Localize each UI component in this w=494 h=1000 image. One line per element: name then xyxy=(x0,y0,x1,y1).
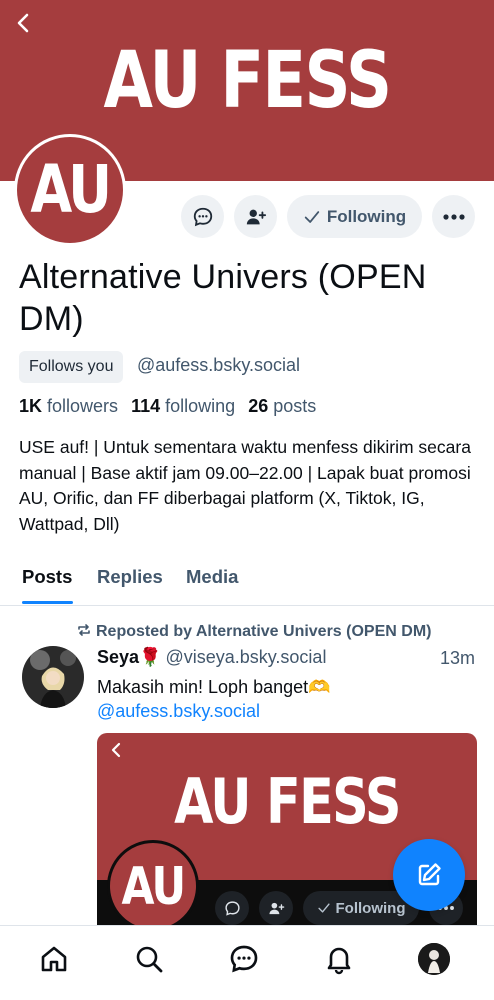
embed-banner-title: AU FESS xyxy=(174,765,401,838)
repost-icon xyxy=(78,624,90,636)
avatar-image xyxy=(418,943,450,975)
user-plus-icon xyxy=(268,902,284,914)
bell-icon xyxy=(327,947,351,975)
posts-label: posts xyxy=(273,396,317,416)
profile-tabs: Posts Replies Media xyxy=(0,556,494,606)
avatar-text: AU xyxy=(30,151,112,228)
add-user-button[interactable] xyxy=(234,195,277,238)
compose-icon xyxy=(418,863,441,886)
compose-button[interactable] xyxy=(393,839,465,911)
tab-replies[interactable]: Replies xyxy=(97,566,163,588)
search-icon xyxy=(136,946,163,973)
embed-avatar: AU xyxy=(107,840,199,932)
repost-indicator[interactable]: Reposted by Alternative Univers (OPEN DM… xyxy=(76,622,431,641)
nav-chat[interactable] xyxy=(226,941,262,977)
ellipsis-icon xyxy=(442,213,465,220)
chat-icon xyxy=(230,945,258,973)
followers-link[interactable]: 1K followers xyxy=(19,396,118,416)
chevron-left-icon xyxy=(111,742,121,758)
display-name: Alternative Univers (OPEN DM) xyxy=(19,258,427,338)
following-label-stat: following xyxy=(165,396,236,416)
post-author-name: Seya🌹 xyxy=(97,647,162,667)
back-button[interactable] xyxy=(8,8,38,38)
posts-stat: 26 posts xyxy=(248,396,316,416)
bottom-navigation xyxy=(0,925,494,1000)
profile-handle: @aufess.bsky.social xyxy=(137,355,301,375)
post-author[interactable]: Seya🌹 @viseya.bsky.social xyxy=(97,647,326,668)
posts-count: 26 xyxy=(248,396,269,416)
embed-add-user-button xyxy=(259,891,293,925)
follows-you-badge: Follows you xyxy=(19,351,124,383)
repost-label: Reposted by Alternative Univers (OPEN DM… xyxy=(96,623,432,640)
embed-message-button xyxy=(215,891,249,925)
checkmark-icon xyxy=(304,210,320,223)
following-button[interactable]: Following xyxy=(287,195,422,238)
profile-avatar-small xyxy=(418,943,450,975)
profile-avatar[interactable]: AU xyxy=(14,134,126,246)
profile-stats: 1K followers 114 following 26 posts xyxy=(19,396,316,417)
message-button[interactable] xyxy=(181,195,224,238)
tab-media[interactable]: Media xyxy=(186,566,238,588)
banner-title: AU FESS xyxy=(103,36,393,126)
chat-bubble-icon xyxy=(224,900,240,916)
embed-avatar-text: AU xyxy=(121,857,186,917)
post-author-avatar[interactable] xyxy=(22,646,84,708)
post-body: Makasih min! Loph banget🫶 @aufess.bsky.s… xyxy=(97,675,477,723)
nav-notifications[interactable] xyxy=(321,941,357,977)
chevron-left-icon xyxy=(17,13,29,33)
embed-following-label: Following xyxy=(335,899,406,917)
post-mention-link[interactable]: @aufess.bsky.social xyxy=(97,699,477,723)
profile-bio: USE auf! | Untuk sementara waktu menfess… xyxy=(19,437,471,534)
following-count: 114 xyxy=(131,396,161,416)
post-text: Makasih min! Loph banget🫶 xyxy=(97,677,331,697)
nav-search[interactable] xyxy=(131,941,167,977)
nav-home[interactable] xyxy=(36,941,72,977)
nav-profile[interactable] xyxy=(416,941,452,977)
post-author-handle: @viseya.bsky.social xyxy=(165,647,327,667)
avatar-image xyxy=(22,646,84,708)
post-timestamp[interactable]: 13m xyxy=(440,648,475,669)
home-icon xyxy=(41,946,67,972)
active-tab-indicator xyxy=(22,601,73,604)
more-options-button[interactable] xyxy=(432,195,475,238)
followers-count: 1K xyxy=(19,396,43,416)
following-label: Following xyxy=(326,206,407,226)
checkmark-icon xyxy=(317,903,330,913)
following-link[interactable]: 114 following xyxy=(131,396,235,416)
followers-label: followers xyxy=(47,396,119,416)
chat-bubble-icon xyxy=(193,207,212,226)
tab-posts[interactable]: Posts xyxy=(22,566,72,588)
user-plus-icon xyxy=(246,209,266,224)
